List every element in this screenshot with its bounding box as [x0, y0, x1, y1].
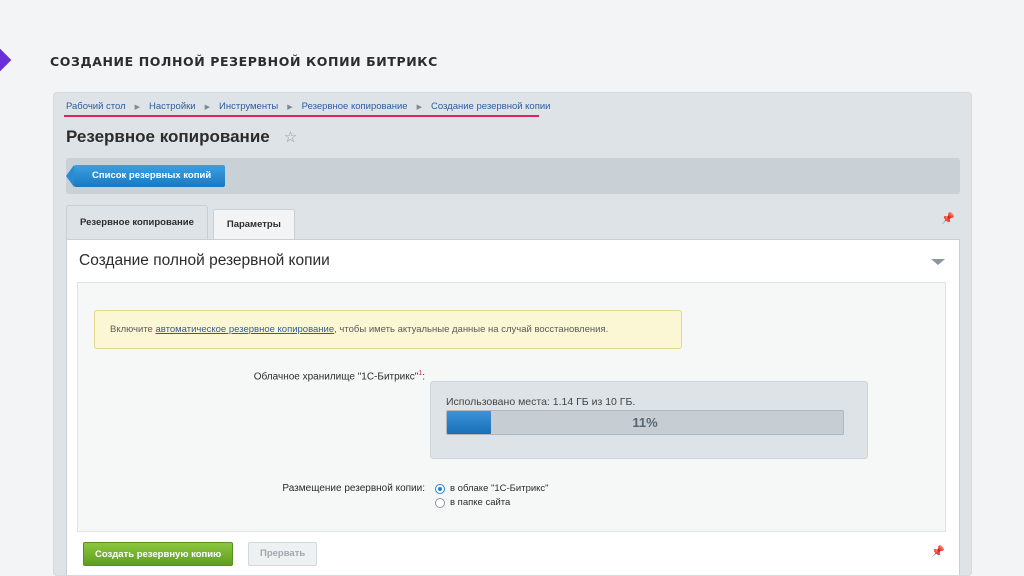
breadcrumb: Рабочий стол ▶ Настройки ▶ Инструменты ▶…: [66, 101, 550, 112]
storage-progress-label: 11%: [632, 415, 658, 430]
page-title: Резервное копирование: [66, 127, 270, 146]
storage-progress-bar: 11%: [446, 410, 844, 435]
cloud-storage-label-colon: :: [422, 371, 425, 383]
panel-title: Создание полной резервной копии: [79, 252, 330, 269]
cloud-storage-label-text: Облачное хранилище "1С-Битрикс": [253, 371, 419, 383]
triangle-right-icon: ▶: [134, 103, 141, 111]
breadcrumb-item-tools[interactable]: Инструменты: [219, 101, 278, 112]
cloud-storage-label: Облачное хранилище "1С-Битрикс"1:: [254, 370, 425, 382]
star-icon[interactable]: ☆: [284, 128, 297, 146]
placement-radio-group: в облаке "1С-Битрикс" в папке сайта: [435, 483, 549, 511]
placement-label: Размещение резервной копии:: [282, 483, 425, 494]
backup-panel: Создание полной резервной копии Включите…: [66, 239, 960, 575]
placement-option-site-folder[interactable]: в папке сайта: [435, 497, 549, 508]
radio-site-folder-label: в папке сайта: [450, 497, 511, 508]
notice-text-prefix: Включите: [110, 324, 156, 335]
pin-icon[interactable]: 📌: [931, 545, 945, 558]
storage-usage-box: Использовано места: 1.14 ГБ из 10 ГБ. 11…: [430, 381, 868, 459]
panel-content: Включите автоматическое резервное копиро…: [77, 282, 946, 532]
radio-site-folder[interactable]: [435, 497, 445, 508]
breadcrumb-item-settings[interactable]: Настройки: [149, 101, 196, 112]
storage-usage-text: Использовано места: 1.14 ГБ из 10 ГБ.: [446, 396, 636, 408]
breadcrumb-item-backup[interactable]: Резервное копирование: [302, 101, 408, 112]
auto-backup-notice: Включите автоматическое резервное копиро…: [94, 310, 682, 349]
triangle-right-icon: ▶: [416, 103, 422, 111]
tab-backup[interactable]: Резервное копирование: [66, 205, 208, 241]
abort-button[interactable]: Прервать: [248, 542, 318, 566]
triangle-right-icon: ▶: [204, 103, 211, 111]
auto-backup-link[interactable]: автоматическое резервное копирование: [155, 324, 334, 335]
placement-option-cloud[interactable]: в облаке "1С-Битрикс": [435, 483, 549, 494]
radio-cloud-label: в облаке "1С-Битрикс": [450, 483, 549, 494]
slide-title: СОЗДАНИЕ ПОЛНОЙ РЕЗЕРВНОЙ КОПИИ БИТРИКС: [50, 54, 438, 69]
toolbar: Список резервных копий: [65, 158, 960, 194]
triangle-right-icon: ▶: [287, 103, 293, 111]
chevron-down-icon[interactable]: [931, 259, 945, 265]
breadcrumb-item-desktop[interactable]: Рабочий стол: [66, 101, 126, 112]
pin-icon[interactable]: 📌: [941, 212, 955, 225]
backup-list-button[interactable]: Список резервных копий: [65, 165, 226, 187]
notice-text-suffix: , чтобы иметь актуальные данные на случа…: [334, 324, 609, 335]
slide-marker: [0, 48, 12, 72]
tab-bar: Резервное копирование Параметры: [66, 205, 300, 241]
breadcrumb-highlight-underline: [64, 115, 539, 117]
radio-cloud[interactable]: [435, 483, 445, 494]
admin-window: Рабочий стол ▶ Настройки ▶ Инструменты ▶…: [53, 92, 972, 576]
tab-parameters[interactable]: Параметры: [212, 209, 295, 239]
create-backup-button[interactable]: Создать резервную копию: [83, 542, 234, 566]
breadcrumb-item-create-backup[interactable]: Создание резервной копии: [431, 101, 551, 112]
